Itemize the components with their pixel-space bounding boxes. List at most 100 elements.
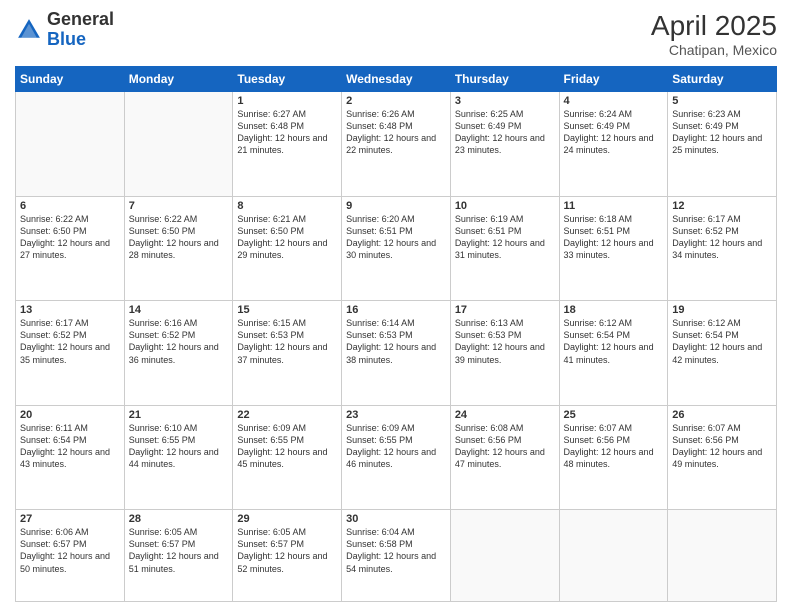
day-info: Sunrise: 6:18 AM Sunset: 6:51 PM Dayligh… bbox=[564, 213, 664, 262]
day-number: 3 bbox=[455, 95, 555, 107]
week-row-0: 1Sunrise: 6:27 AM Sunset: 6:48 PM Daylig… bbox=[16, 92, 777, 197]
day-number: 25 bbox=[564, 409, 664, 421]
day-number: 29 bbox=[237, 513, 337, 525]
day-info: Sunrise: 6:21 AM Sunset: 6:50 PM Dayligh… bbox=[237, 213, 337, 262]
calendar-cell: 7Sunrise: 6:22 AM Sunset: 6:50 PM Daylig… bbox=[124, 196, 233, 301]
day-info: Sunrise: 6:07 AM Sunset: 6:56 PM Dayligh… bbox=[672, 422, 772, 471]
day-info: Sunrise: 6:17 AM Sunset: 6:52 PM Dayligh… bbox=[20, 317, 120, 366]
day-info: Sunrise: 6:09 AM Sunset: 6:55 PM Dayligh… bbox=[237, 422, 337, 471]
day-number: 17 bbox=[455, 304, 555, 316]
weekday-header-thursday: Thursday bbox=[450, 67, 559, 92]
calendar-cell: 4Sunrise: 6:24 AM Sunset: 6:49 PM Daylig… bbox=[559, 92, 668, 197]
calendar-cell: 28Sunrise: 6:05 AM Sunset: 6:57 PM Dayli… bbox=[124, 510, 233, 602]
page: General Blue April 2025 Chatipan, Mexico… bbox=[0, 0, 792, 612]
day-info: Sunrise: 6:27 AM Sunset: 6:48 PM Dayligh… bbox=[237, 108, 337, 157]
calendar-cell: 12Sunrise: 6:17 AM Sunset: 6:52 PM Dayli… bbox=[668, 196, 777, 301]
logo: General Blue bbox=[15, 10, 114, 50]
day-number: 20 bbox=[20, 409, 120, 421]
day-number: 22 bbox=[237, 409, 337, 421]
weekday-header-saturday: Saturday bbox=[668, 67, 777, 92]
weekday-header-row: SundayMondayTuesdayWednesdayThursdayFrid… bbox=[16, 67, 777, 92]
logo-text: General Blue bbox=[47, 10, 114, 50]
calendar-cell bbox=[450, 510, 559, 602]
calendar-cell: 21Sunrise: 6:10 AM Sunset: 6:55 PM Dayli… bbox=[124, 405, 233, 510]
logo-general-text: General bbox=[47, 9, 114, 29]
calendar-cell: 24Sunrise: 6:08 AM Sunset: 6:56 PM Dayli… bbox=[450, 405, 559, 510]
calendar-cell bbox=[559, 510, 668, 602]
day-info: Sunrise: 6:04 AM Sunset: 6:58 PM Dayligh… bbox=[346, 526, 446, 575]
calendar-cell: 27Sunrise: 6:06 AM Sunset: 6:57 PM Dayli… bbox=[16, 510, 125, 602]
day-number: 26 bbox=[672, 409, 772, 421]
day-number: 23 bbox=[346, 409, 446, 421]
calendar-cell: 11Sunrise: 6:18 AM Sunset: 6:51 PM Dayli… bbox=[559, 196, 668, 301]
day-number: 7 bbox=[129, 200, 229, 212]
day-info: Sunrise: 6:05 AM Sunset: 6:57 PM Dayligh… bbox=[237, 526, 337, 575]
day-info: Sunrise: 6:26 AM Sunset: 6:48 PM Dayligh… bbox=[346, 108, 446, 157]
calendar-cell: 29Sunrise: 6:05 AM Sunset: 6:57 PM Dayli… bbox=[233, 510, 342, 602]
day-number: 11 bbox=[564, 200, 664, 212]
calendar-cell: 13Sunrise: 6:17 AM Sunset: 6:52 PM Dayli… bbox=[16, 301, 125, 406]
calendar-table: SundayMondayTuesdayWednesdayThursdayFrid… bbox=[15, 66, 777, 602]
day-number: 8 bbox=[237, 200, 337, 212]
day-number: 9 bbox=[346, 200, 446, 212]
day-number: 6 bbox=[20, 200, 120, 212]
calendar-cell: 10Sunrise: 6:19 AM Sunset: 6:51 PM Dayli… bbox=[450, 196, 559, 301]
day-number: 21 bbox=[129, 409, 229, 421]
day-number: 24 bbox=[455, 409, 555, 421]
day-info: Sunrise: 6:06 AM Sunset: 6:57 PM Dayligh… bbox=[20, 526, 120, 575]
calendar-cell: 16Sunrise: 6:14 AM Sunset: 6:53 PM Dayli… bbox=[342, 301, 451, 406]
calendar-cell: 20Sunrise: 6:11 AM Sunset: 6:54 PM Dayli… bbox=[16, 405, 125, 510]
day-info: Sunrise: 6:09 AM Sunset: 6:55 PM Dayligh… bbox=[346, 422, 446, 471]
calendar-cell: 30Sunrise: 6:04 AM Sunset: 6:58 PM Dayli… bbox=[342, 510, 451, 602]
week-row-3: 20Sunrise: 6:11 AM Sunset: 6:54 PM Dayli… bbox=[16, 405, 777, 510]
weekday-header-sunday: Sunday bbox=[16, 67, 125, 92]
calendar-cell bbox=[16, 92, 125, 197]
location: Chatipan, Mexico bbox=[651, 42, 777, 58]
day-info: Sunrise: 6:22 AM Sunset: 6:50 PM Dayligh… bbox=[20, 213, 120, 262]
day-number: 12 bbox=[672, 200, 772, 212]
day-number: 18 bbox=[564, 304, 664, 316]
day-info: Sunrise: 6:16 AM Sunset: 6:52 PM Dayligh… bbox=[129, 317, 229, 366]
logo-blue-text: Blue bbox=[47, 29, 86, 49]
header: General Blue April 2025 Chatipan, Mexico bbox=[15, 10, 777, 58]
day-info: Sunrise: 6:15 AM Sunset: 6:53 PM Dayligh… bbox=[237, 317, 337, 366]
day-number: 27 bbox=[20, 513, 120, 525]
calendar-cell bbox=[124, 92, 233, 197]
weekday-header-friday: Friday bbox=[559, 67, 668, 92]
calendar-cell: 2Sunrise: 6:26 AM Sunset: 6:48 PM Daylig… bbox=[342, 92, 451, 197]
day-info: Sunrise: 6:10 AM Sunset: 6:55 PM Dayligh… bbox=[129, 422, 229, 471]
day-number: 19 bbox=[672, 304, 772, 316]
calendar-cell bbox=[668, 510, 777, 602]
calendar-cell: 18Sunrise: 6:12 AM Sunset: 6:54 PM Dayli… bbox=[559, 301, 668, 406]
week-row-4: 27Sunrise: 6:06 AM Sunset: 6:57 PM Dayli… bbox=[16, 510, 777, 602]
day-info: Sunrise: 6:24 AM Sunset: 6:49 PM Dayligh… bbox=[564, 108, 664, 157]
calendar-cell: 23Sunrise: 6:09 AM Sunset: 6:55 PM Dayli… bbox=[342, 405, 451, 510]
day-number: 5 bbox=[672, 95, 772, 107]
month-title: April 2025 bbox=[651, 10, 777, 42]
calendar-cell: 14Sunrise: 6:16 AM Sunset: 6:52 PM Dayli… bbox=[124, 301, 233, 406]
weekday-header-tuesday: Tuesday bbox=[233, 67, 342, 92]
calendar-cell: 5Sunrise: 6:23 AM Sunset: 6:49 PM Daylig… bbox=[668, 92, 777, 197]
day-info: Sunrise: 6:20 AM Sunset: 6:51 PM Dayligh… bbox=[346, 213, 446, 262]
day-info: Sunrise: 6:12 AM Sunset: 6:54 PM Dayligh… bbox=[672, 317, 772, 366]
calendar-cell: 8Sunrise: 6:21 AM Sunset: 6:50 PM Daylig… bbox=[233, 196, 342, 301]
day-info: Sunrise: 6:25 AM Sunset: 6:49 PM Dayligh… bbox=[455, 108, 555, 157]
week-row-1: 6Sunrise: 6:22 AM Sunset: 6:50 PM Daylig… bbox=[16, 196, 777, 301]
day-number: 13 bbox=[20, 304, 120, 316]
day-number: 16 bbox=[346, 304, 446, 316]
day-info: Sunrise: 6:19 AM Sunset: 6:51 PM Dayligh… bbox=[455, 213, 555, 262]
day-info: Sunrise: 6:12 AM Sunset: 6:54 PM Dayligh… bbox=[564, 317, 664, 366]
calendar-cell: 6Sunrise: 6:22 AM Sunset: 6:50 PM Daylig… bbox=[16, 196, 125, 301]
day-info: Sunrise: 6:22 AM Sunset: 6:50 PM Dayligh… bbox=[129, 213, 229, 262]
day-info: Sunrise: 6:07 AM Sunset: 6:56 PM Dayligh… bbox=[564, 422, 664, 471]
calendar-cell: 3Sunrise: 6:25 AM Sunset: 6:49 PM Daylig… bbox=[450, 92, 559, 197]
day-number: 30 bbox=[346, 513, 446, 525]
day-number: 4 bbox=[564, 95, 664, 107]
day-number: 14 bbox=[129, 304, 229, 316]
calendar-cell: 9Sunrise: 6:20 AM Sunset: 6:51 PM Daylig… bbox=[342, 196, 451, 301]
day-info: Sunrise: 6:08 AM Sunset: 6:56 PM Dayligh… bbox=[455, 422, 555, 471]
day-number: 2 bbox=[346, 95, 446, 107]
calendar-cell: 22Sunrise: 6:09 AM Sunset: 6:55 PM Dayli… bbox=[233, 405, 342, 510]
day-info: Sunrise: 6:17 AM Sunset: 6:52 PM Dayligh… bbox=[672, 213, 772, 262]
day-info: Sunrise: 6:05 AM Sunset: 6:57 PM Dayligh… bbox=[129, 526, 229, 575]
